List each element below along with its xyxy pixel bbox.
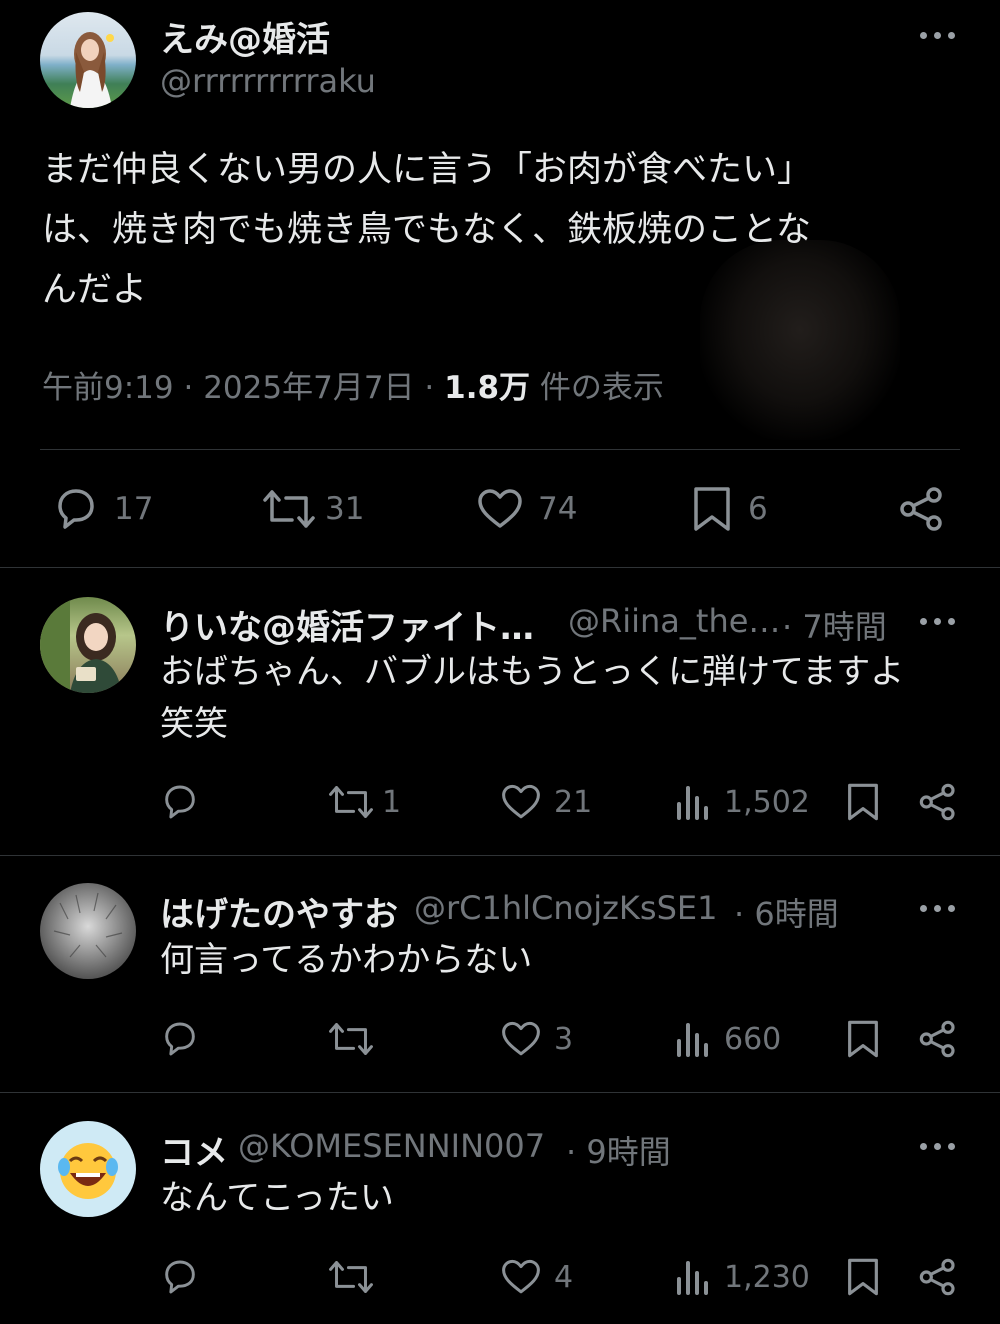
reply-3-handle[interactable]: @KOMESENNIN007 [238,1127,545,1165]
laughing-emoji-icon [58,1143,118,1199]
retweet-icon[interactable] [328,782,374,822]
tweet-timestamp-row: 午前9:19 · 2025年7月7日 · 1.8万 件の表示 [42,362,664,407]
views-icon[interactable] [676,1021,710,1057]
background-face-shadow [700,240,900,440]
reply-1-line-1: おばちゃん、バブルはもうとっくに弾けてますよ [160,652,905,692]
retweet-icon[interactable] [328,1019,374,1059]
reply-count: 17 [114,491,154,527]
retweet-count: 31 [325,491,365,527]
reply-1-line-2: 笑笑 [160,704,228,744]
woman-photo-icon [70,32,114,108]
reply-3-display-name[interactable]: コメ [160,1125,228,1174]
views-label: 件の表示 [539,370,664,406]
reply-1-display-name[interactable]: りいな@婚活ファイト… [160,600,534,649]
divider [40,449,960,450]
tweet-date[interactable]: 2025年7月7日 [203,370,414,406]
share-icon[interactable] [918,782,958,822]
main-tweet-line-1: まだ仲良くない男の人に言う「お肉が食べたい」 [42,150,813,190]
share-icon[interactable] [918,1019,958,1059]
more-options-icon[interactable] [920,902,956,914]
reply-icon[interactable] [160,782,200,822]
retweet-icon[interactable] [262,486,316,532]
views-count: 1,230 [724,1260,810,1295]
avatar-reply-1[interactable] [40,597,136,693]
share-icon[interactable] [898,485,946,533]
share-icon[interactable] [918,1257,958,1297]
main-handle[interactable]: @rrrrrrrrrraku [160,62,376,100]
divider [0,855,1000,856]
reply-1-time[interactable]: · 7時間 [782,602,887,648]
reply-icon[interactable] [52,486,100,532]
tweet-time[interactable]: 午前9:19 [42,370,174,406]
reply-2-handle[interactable]: @rC1hlCnojzKsSE1 [414,889,717,927]
main-tweet-line-3: んだよ [42,270,148,310]
separator: · [424,370,435,406]
like-icon[interactable] [476,486,524,532]
main-display-name[interactable]: えみ@婚活 [160,12,330,61]
like-icon[interactable] [500,782,542,822]
bookmark-icon[interactable] [692,485,732,533]
illustrated-girl-icon [40,597,122,693]
views-icon[interactable] [676,784,710,820]
views-count: 1,502 [724,785,810,820]
avatar-main[interactable] [40,12,136,108]
reply-icon[interactable] [160,1019,200,1059]
bookmark-icon[interactable] [846,782,880,822]
reply-2-display-name[interactable]: はげたのやすお [160,887,398,936]
retweet-icon[interactable] [328,1257,374,1297]
main-tweet-line-2: は、焼き肉でも焼き鳥でもなく、鉄板焼のことな [42,210,811,250]
reply-2-time[interactable]: · 6時間 [734,889,839,935]
like-icon[interactable] [500,1019,542,1059]
bald-head-icon [53,892,123,958]
retweet-count: 1 [382,785,402,820]
views-count: 660 [724,1022,782,1057]
bookmark-count: 6 [748,491,768,527]
divider [0,567,1000,568]
more-options-icon[interactable] [920,615,956,627]
reply-3-line-1: なんてこったい [160,1178,394,1218]
avatar-reply-3[interactable] [40,1121,136,1217]
like-count: 74 [538,491,578,527]
separator: · [183,370,194,406]
reply-icon[interactable] [160,1257,200,1297]
like-count: 21 [554,785,593,820]
views-icon[interactable] [676,1259,710,1295]
reply-2-line-1: 何言ってるかわからない [160,940,533,980]
reply-1-handle[interactable]: @Riina_the… [568,602,780,640]
bookmark-icon[interactable] [846,1257,880,1297]
like-count: 4 [554,1260,574,1295]
reply-3-time[interactable]: · 9時間 [566,1127,671,1173]
views-value: 1.8万 [444,370,531,406]
like-icon[interactable] [500,1257,542,1297]
divider [0,1092,1000,1093]
avatar-reply-2[interactable] [40,883,136,979]
like-count: 3 [554,1022,574,1057]
bookmark-icon[interactable] [846,1019,880,1059]
more-options-icon[interactable] [920,1140,956,1152]
more-options-icon[interactable] [920,29,956,41]
